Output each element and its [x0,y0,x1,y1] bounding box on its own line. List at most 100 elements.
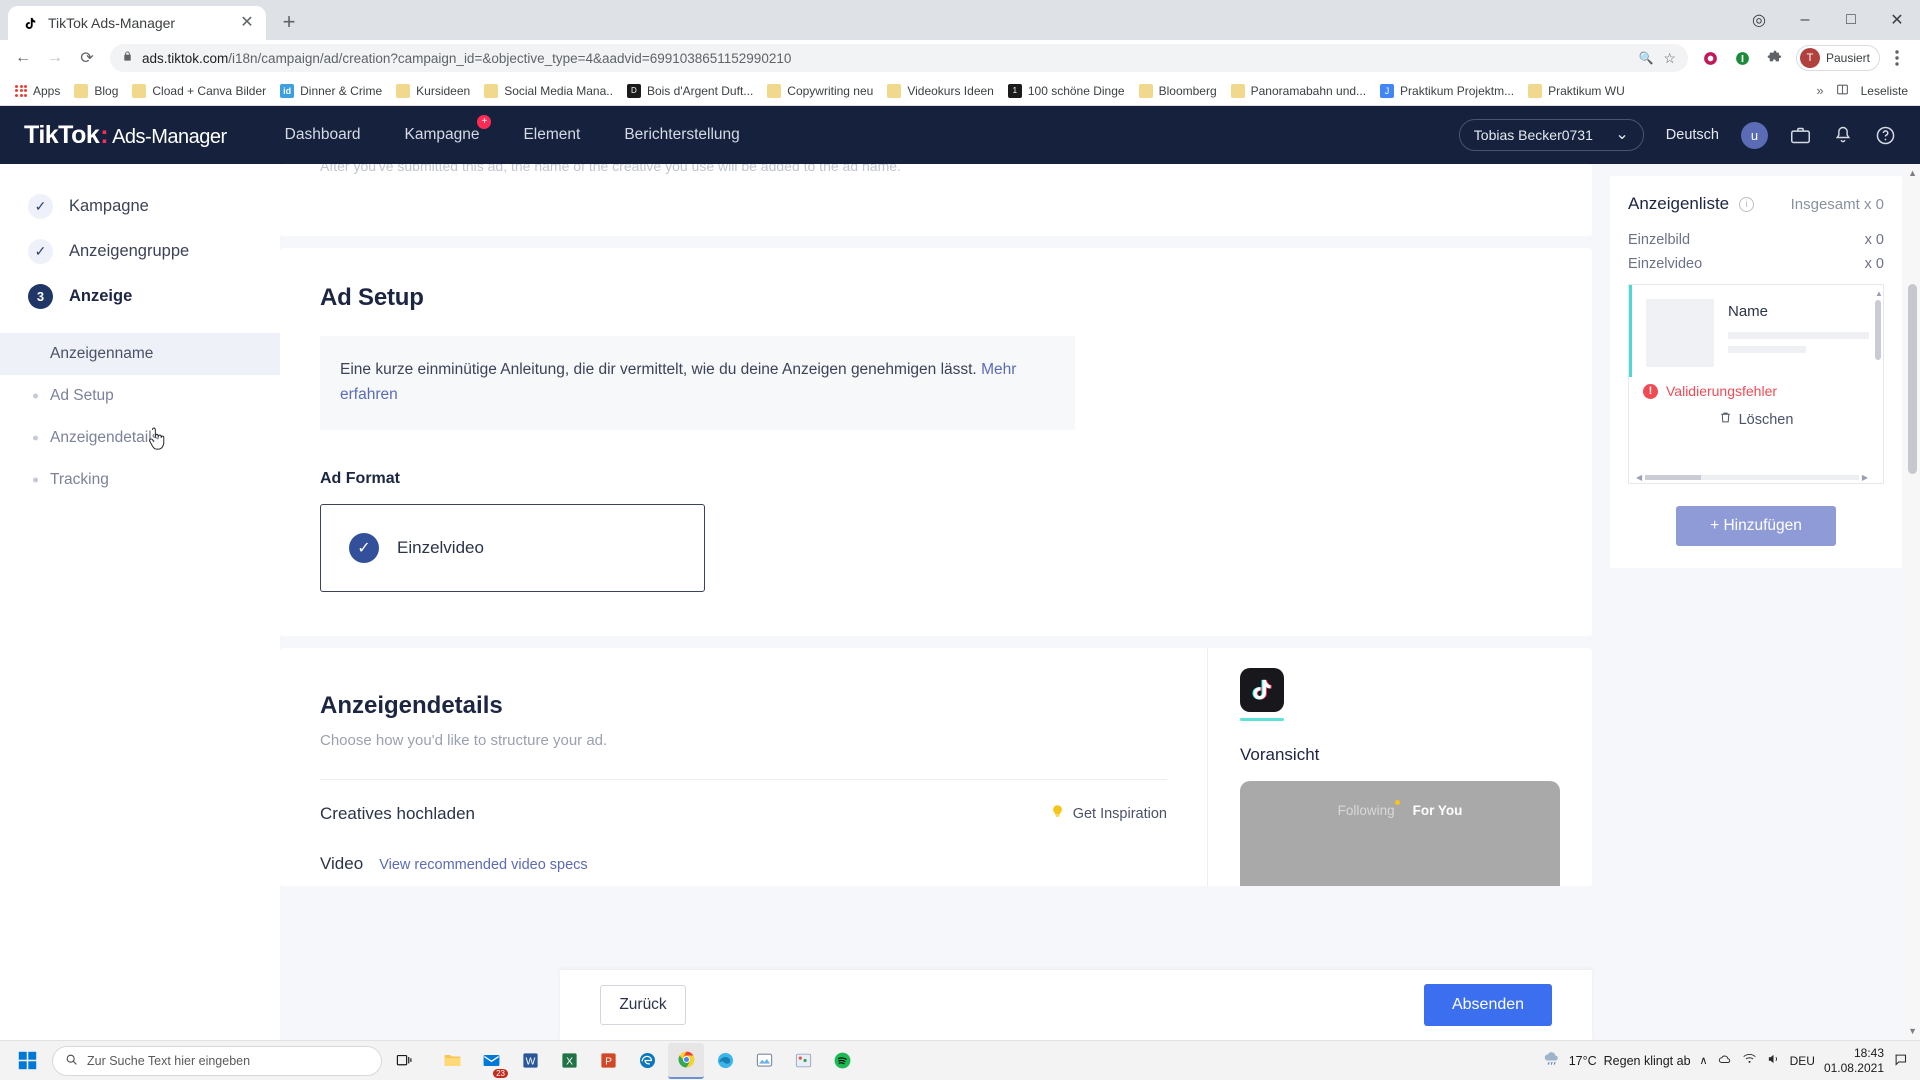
scroll-thumb[interactable] [1645,474,1702,480]
create-campaign-badge-icon[interactable]: + [477,115,492,129]
file-explorer-icon[interactable] [434,1043,470,1079]
bookmark-item[interactable]: D Bois d'Argent Duft... [620,81,760,101]
bookmarks-overflow-icon[interactable]: » [1816,83,1823,98]
scroll-thumb[interactable] [1875,300,1881,360]
excel-icon[interactable]: X [551,1043,587,1079]
tiktok-ads-manager-logo[interactable]: TikTok: Ads-Manager [24,121,227,150]
powerpoint-icon[interactable]: P [590,1043,626,1079]
chrome-profile-button[interactable]: T Pausiert [1795,45,1880,71]
spotify-icon[interactable] [824,1043,860,1079]
ad-list-horizontal-scrollbar[interactable]: ◀ ▶ [1633,473,1871,482]
bookmark-item[interactable]: Videokurs Ideen [880,81,1001,101]
reading-list-label[interactable]: Leseliste [1861,84,1908,98]
dark-site-icon: 1 [1007,83,1022,98]
cloud-icon[interactable] [1717,1052,1733,1069]
windows-icon[interactable] [6,1042,48,1080]
tray-chevron-icon[interactable]: ∧ [1700,1054,1708,1067]
sidebar-step-anzeige[interactable]: 3 Anzeige [0,274,280,319]
avatar[interactable]: u [1741,121,1768,149]
language-selector[interactable]: Deutsch [1666,127,1719,143]
delete-ad-button[interactable]: Löschen [1629,399,1883,428]
help-icon[interactable] [1875,125,1896,146]
bookmark-item[interactable]: Praktikum WU [1521,81,1632,101]
list-item[interactable]: Name [1629,285,1883,377]
scroll-left-icon[interactable]: ◀ [1633,473,1645,482]
sidebar-step-anzeigengruppe[interactable]: ✓ Anzeigengruppe [0,229,280,274]
nav-item-berichterstellung[interactable]: Berichterstellung [624,126,739,144]
task-view-icon[interactable] [386,1043,422,1079]
sidebar-step-kampagne[interactable]: ✓ Kampagne [0,184,280,229]
bookmark-item[interactable]: Copywriting neu [760,81,880,101]
photos-icon[interactable] [746,1043,782,1079]
sidebar-item-anzeigenname[interactable]: Anzeigenname [0,333,280,375]
bookmark-item[interactable]: Blog [67,81,125,101]
scroll-down-icon[interactable]: ▼ [1908,1026,1917,1036]
browser-tab[interactable]: TikTok Ads-Manager ✕ [8,6,266,40]
bookmark-item[interactable]: id Dinner & Crime [273,81,389,101]
sidebar-item-anzeigendetails[interactable]: Anzeigendetails [0,417,280,459]
bookmark-item[interactable]: Apps [8,81,67,101]
reload-icon[interactable]: ⟳ [72,43,102,73]
nav-item-element[interactable]: Element [523,126,580,144]
nav-item-kampagne[interactable]: Kampagne + [404,115,492,144]
scroll-thumb[interactable] [1908,284,1917,474]
window-minimize-button[interactable]: – [1782,0,1828,40]
address-bar[interactable]: ads.tiktok.com/i18n/campaign/ad/creation… [110,44,1688,72]
forward-icon[interactable]: → [40,43,70,73]
window-close-button[interactable]: ✕ [1874,0,1920,40]
preview-tab-following[interactable]: Following [1338,799,1400,818]
extension-icon-1[interactable] [1696,43,1726,73]
bookmark-item[interactable]: 1 100 schöne Dinge [1001,81,1132,101]
sidebar-item-ad-setup[interactable]: Ad Setup [0,375,280,417]
edge-icon[interactable] [707,1043,743,1079]
window-maximize-button[interactable]: □ [1828,0,1874,40]
bell-icon[interactable] [1833,125,1853,145]
scroll-track[interactable] [1701,474,1859,480]
zoom-icon[interactable]: 🔍 [1638,51,1653,65]
scroll-right-icon[interactable]: ▶ [1859,473,1871,482]
app-body: ✓ Kampagne ✓ Anzeigengruppe 3 Anzeige An… [0,164,1920,1040]
weather-widget[interactable]: 17°C Regen klingt ab [1542,1050,1691,1071]
edge-legacy-icon[interactable] [629,1043,665,1079]
scroll-up-icon[interactable]: ▲ [1908,168,1917,178]
paint-icon[interactable] [785,1043,821,1079]
scroll-up-icon[interactable]: ▲ [1875,289,1883,298]
ad-format-option-einzelvideo[interactable]: ✓ Einzelvideo [320,503,705,592]
back-icon[interactable]: ← [8,43,38,73]
briefcase-icon[interactable] [1790,125,1811,146]
window-extra-icon[interactable]: ◎ [1736,0,1782,40]
preview-tab-foryou[interactable]: For You [1413,803,1463,818]
network-icon[interactable] [1742,1052,1757,1069]
bookmark-item[interactable]: Bloomberg [1132,81,1224,101]
sidebar-item-tracking[interactable]: Tracking [0,459,280,501]
account-selector[interactable]: Tobias Becker0731 ⌄ [1458,119,1644,151]
bookmark-item[interactable]: Social Media Mana.. [477,81,620,101]
keyboard-language[interactable]: DEU [1790,1054,1815,1068]
extensions-puzzle-icon[interactable] [1760,43,1790,73]
video-specs-link[interactable]: View recommended video specs [379,857,587,873]
word-icon[interactable]: W [512,1043,548,1079]
back-button[interactable]: Zurück [600,985,686,1025]
bookmark-star-icon[interactable]: ☆ [1663,50,1676,67]
ad-list-vertical-scrollbar[interactable]: ▲ [1875,289,1883,465]
submit-button[interactable]: Absenden [1424,984,1552,1026]
bookmark-item[interactable]: Panoramabahn und... [1224,81,1373,101]
volume-icon[interactable] [1766,1052,1781,1069]
mail-icon[interactable]: 23 [473,1043,509,1079]
clock[interactable]: 18:43 01.08.2021 [1824,1046,1884,1076]
chrome-icon[interactable] [668,1042,704,1079]
extension-icon-2[interactable] [1728,43,1758,73]
tab-close-icon[interactable]: ✕ [238,14,256,32]
get-inspiration-button[interactable]: Get Inspiration [1050,804,1167,823]
chrome-menu-icon[interactable] [1882,43,1912,73]
page-scrollbar[interactable]: ▲ ▼ [1905,164,1920,1040]
notification-icon[interactable] [1893,1052,1908,1070]
new-tab-button[interactable]: + [274,7,304,37]
add-ad-button[interactable]: + Hinzufügen [1676,506,1836,546]
search-input[interactable]: Zur Suche Text hier eingeben [52,1045,382,1076]
nav-item-dashboard[interactable]: Dashboard [285,126,361,144]
bookmark-item[interactable]: Cload + Canva Bilder [125,81,273,101]
bookmark-item[interactable]: Kursideen [389,81,477,101]
bookmark-item[interactable]: J Praktikum Projektm... [1373,81,1521,101]
info-icon[interactable]: i [1739,196,1755,212]
